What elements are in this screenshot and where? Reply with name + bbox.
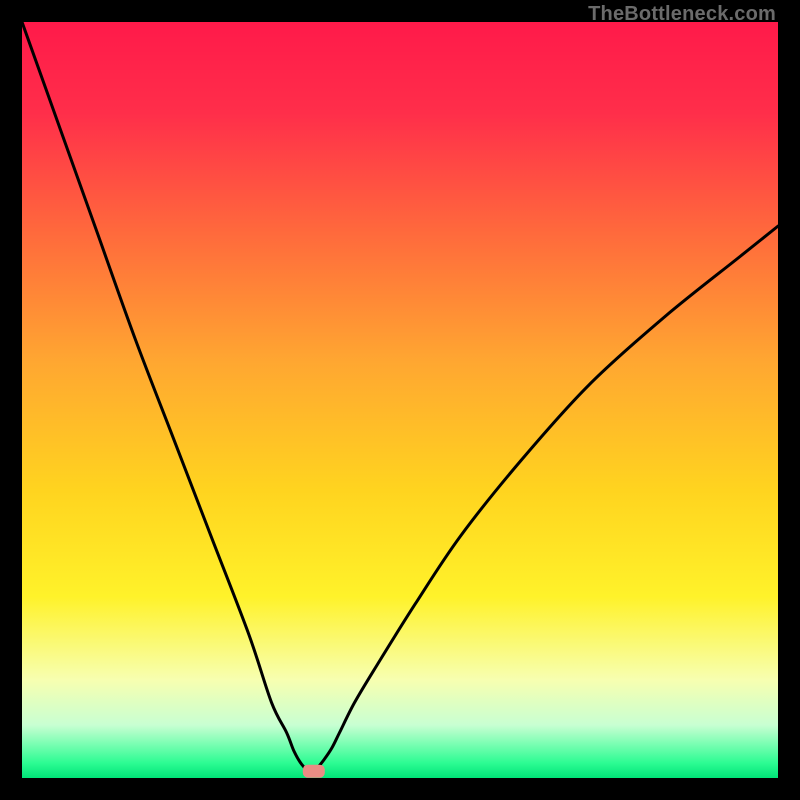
minimum-marker: [303, 765, 325, 778]
bottleneck-chart: [22, 22, 778, 778]
chart-frame: [22, 22, 778, 778]
gradient-background: [22, 22, 778, 778]
